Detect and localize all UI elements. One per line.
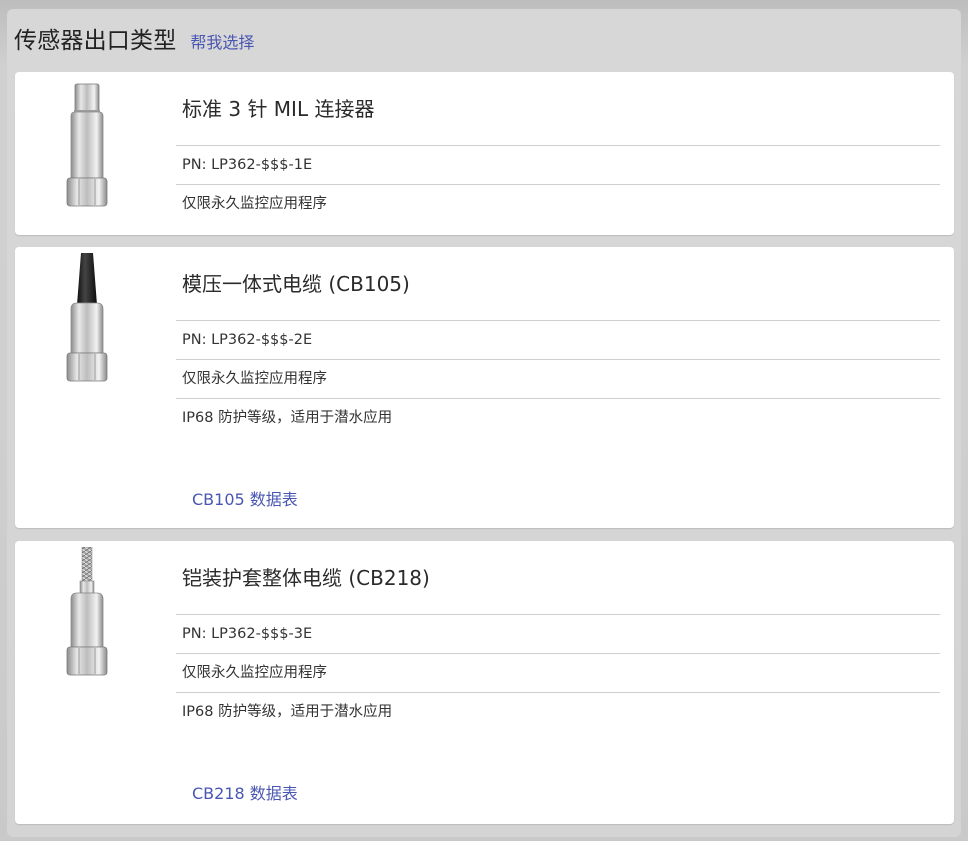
option-card-cb218[interactable]: 铠装护套整体电缆 (CB218) PN: LP362-$$$-3E 仅限永久监控… — [15, 541, 954, 824]
option-title: 标准 3 针 MIL 连接器 — [182, 97, 375, 121]
part-number: PN: LP362-$$$-1E — [176, 145, 940, 184]
sensor-molded-cable-icon — [66, 253, 108, 382]
cb218-datasheet-link[interactable]: CB218 数据表 — [192, 780, 298, 804]
feature-text: 仅限永久监控应用程序 — [176, 359, 940, 398]
feature-text: IP68 防护等级，适用于潜水应用 — [176, 692, 940, 731]
page-title: 传感器出口类型 — [14, 28, 177, 54]
feature-text: 仅限永久监控应用程序 — [176, 653, 940, 692]
option-title: 模压一体式电缆 (CB105) — [182, 272, 410, 296]
sensor-output-panel: 传感器出口类型 帮我选择 标准 3 针 MIL 连接器 PN: LP362-$$… — [7, 9, 961, 837]
option-card-mil-connector[interactable]: 标准 3 针 MIL 连接器 PN: LP362-$$$-1E 仅限永久监控应用… — [15, 72, 954, 235]
part-number: PN: LP362-$$$-2E — [176, 320, 940, 359]
option-card-cb105[interactable]: 模压一体式电缆 (CB105) PN: LP362-$$$-2E 仅限永久监控应… — [15, 247, 954, 528]
sensor-armored-cable-icon — [66, 547, 108, 676]
part-number: PN: LP362-$$$-3E — [176, 614, 940, 653]
feature-text: 仅限永久监控应用程序 — [176, 184, 940, 223]
cb105-datasheet-link[interactable]: CB105 数据表 — [192, 486, 298, 510]
sensor-connector-icon — [66, 83, 108, 207]
panel-header: 传感器出口类型 帮我选择 — [14, 21, 254, 55]
option-title: 铠装护套整体电缆 (CB218) — [182, 566, 430, 590]
feature-text: IP68 防护等级，适用于潜水应用 — [176, 398, 940, 437]
help-me-choose-link[interactable]: 帮我选择 — [190, 29, 254, 53]
